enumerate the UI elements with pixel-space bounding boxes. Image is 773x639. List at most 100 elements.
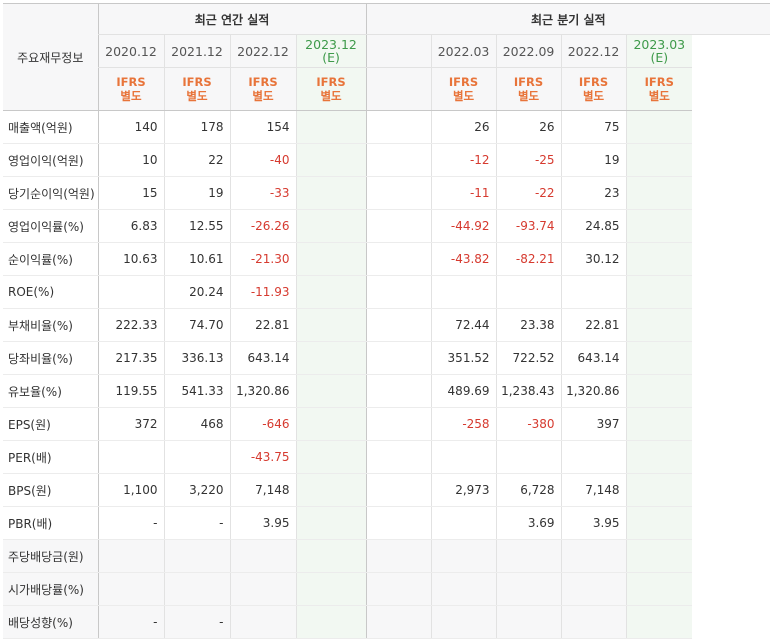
annual-value bbox=[295, 341, 367, 375]
quarterly-value bbox=[365, 539, 432, 573]
row-label: 매출액(억원) bbox=[3, 110, 98, 144]
quarterly-value bbox=[625, 407, 693, 441]
row-label: 당기순이익(억원) bbox=[3, 176, 98, 210]
quarterly-value bbox=[560, 572, 627, 606]
basis-scope: 별도 bbox=[120, 89, 142, 103]
annual-value bbox=[295, 473, 367, 507]
quarterly-value bbox=[495, 440, 562, 474]
quarterly-value bbox=[560, 275, 627, 309]
annual-value: -40 bbox=[229, 143, 296, 177]
annual-value: -26.26 bbox=[229, 209, 296, 243]
basis-scope: 별도 bbox=[517, 89, 540, 103]
period-label: 2022.09 bbox=[502, 43, 555, 59]
annual-value bbox=[97, 275, 164, 309]
quarterly-value: 7,148 bbox=[560, 473, 627, 507]
annual-value: 3,220 bbox=[163, 473, 230, 507]
annual-value bbox=[295, 110, 367, 144]
quarterly-value: 22.81 bbox=[560, 308, 627, 342]
annual-value: 119.55 bbox=[97, 374, 164, 408]
table-row: 배당성향(%) - - bbox=[3, 605, 770, 639]
annual-group-header: 최근 연간 실적 bbox=[97, 3, 367, 35]
row-label: PBR(배) bbox=[3, 506, 98, 540]
row-label: 영업이익률(%) bbox=[3, 209, 98, 243]
table-row: EPS(원) 372 468 -646 -258 -380 397 bbox=[3, 407, 770, 441]
table-row: 매출액(억원) 140 178 154 26 26 75 bbox=[3, 110, 770, 144]
annual-value: 10 bbox=[97, 143, 164, 177]
accounting-basis: IFRS 별도 bbox=[495, 67, 562, 111]
quarterly-value: -44.92 bbox=[430, 209, 497, 243]
accounting-basis bbox=[365, 67, 432, 111]
quarterly-value bbox=[625, 110, 693, 144]
annual-value bbox=[295, 572, 367, 606]
row-label: 시가배당률(%) bbox=[3, 572, 98, 606]
quarterly-value bbox=[625, 341, 693, 375]
quarterly-value bbox=[560, 605, 627, 639]
row-label: ROE(%) bbox=[3, 275, 98, 309]
period-label: 2022.03 bbox=[437, 43, 490, 59]
quarterly-value bbox=[365, 209, 432, 243]
annual-value: -33 bbox=[229, 176, 296, 210]
table-row: 유보율(%) 119.55 541.33 1,320.86 489.69 1,238.43… bbox=[3, 374, 770, 408]
accounting-basis: IFRS 별도 bbox=[97, 67, 164, 111]
quarterly-value bbox=[625, 506, 693, 540]
quarterly-value: 2,973 bbox=[430, 473, 497, 507]
quarterly-value: 351.52 bbox=[430, 341, 497, 375]
table-row: ROE(%) 20.24 -11.93 bbox=[3, 275, 770, 309]
annual-value bbox=[97, 440, 164, 474]
quarterly-value bbox=[430, 572, 497, 606]
period-header: 2022.03 bbox=[430, 34, 497, 68]
annual-value: - bbox=[97, 605, 164, 639]
table-row: 순이익률(%) 10.63 10.61 -21.30 -43.82 -82.21 30.12 bbox=[3, 242, 770, 276]
annual-value: 10.61 bbox=[163, 242, 230, 276]
quarterly-value bbox=[430, 539, 497, 573]
basis-standard: IFRS bbox=[182, 75, 212, 89]
annual-value bbox=[97, 572, 164, 606]
quarterly-value bbox=[625, 473, 693, 507]
table-row: 시가배당률(%) bbox=[3, 572, 770, 606]
quarterly-value: -22 bbox=[495, 176, 562, 210]
annual-value: 336.13 bbox=[163, 341, 230, 375]
annual-value: 12.55 bbox=[163, 209, 230, 243]
row-label: 유보율(%) bbox=[3, 374, 98, 408]
annual-value: 154 bbox=[229, 110, 296, 144]
quarterly-group-header: 최근 분기 실적 bbox=[365, 3, 771, 35]
period-header: 2022.09 bbox=[495, 34, 562, 68]
annual-value: 217.35 bbox=[97, 341, 164, 375]
accounting-basis: IFRS 별도 bbox=[163, 67, 230, 111]
quarterly-value: -43.82 bbox=[430, 242, 497, 276]
quarterly-value bbox=[365, 605, 432, 639]
period-label: 2022.12 bbox=[237, 43, 289, 59]
row-label: 배당성향(%) bbox=[3, 605, 98, 639]
basis-standard: IFRS bbox=[448, 75, 479, 89]
period-label: 2020.12 bbox=[105, 43, 157, 59]
period-label: 2022.12 bbox=[567, 43, 620, 59]
annual-value bbox=[163, 440, 230, 474]
annual-value: 6.83 bbox=[97, 209, 164, 243]
quarterly-value bbox=[625, 242, 693, 276]
annual-value: 10.63 bbox=[97, 242, 164, 276]
quarterly-value bbox=[365, 440, 432, 474]
quarterly-value bbox=[365, 308, 432, 342]
quarterly-value bbox=[365, 506, 432, 540]
period-header: 2023.12 (E) bbox=[295, 34, 367, 68]
row-label: 순이익률(%) bbox=[3, 242, 98, 276]
quarterly-value: -82.21 bbox=[495, 242, 562, 276]
quarterly-value bbox=[430, 605, 497, 639]
annual-value: 7,148 bbox=[229, 473, 296, 507]
quarterly-value: 722.52 bbox=[495, 341, 562, 375]
row-label: BPS(원) bbox=[3, 473, 98, 507]
row-header-title: 주요재무정보 bbox=[3, 3, 98, 111]
annual-value bbox=[229, 605, 296, 639]
annual-value: 468 bbox=[163, 407, 230, 441]
annual-value bbox=[163, 539, 230, 573]
quarterly-value bbox=[625, 605, 693, 639]
annual-value: 541.33 bbox=[163, 374, 230, 408]
quarterly-value bbox=[365, 572, 432, 606]
table-row: 주당배당금(원) bbox=[3, 539, 770, 573]
row-label: EPS(원) bbox=[3, 407, 98, 441]
annual-value bbox=[295, 407, 367, 441]
quarterly-value bbox=[625, 440, 693, 474]
quarterly-value: -25 bbox=[495, 143, 562, 177]
annual-value: 22.81 bbox=[229, 308, 296, 342]
annual-value bbox=[295, 605, 367, 639]
